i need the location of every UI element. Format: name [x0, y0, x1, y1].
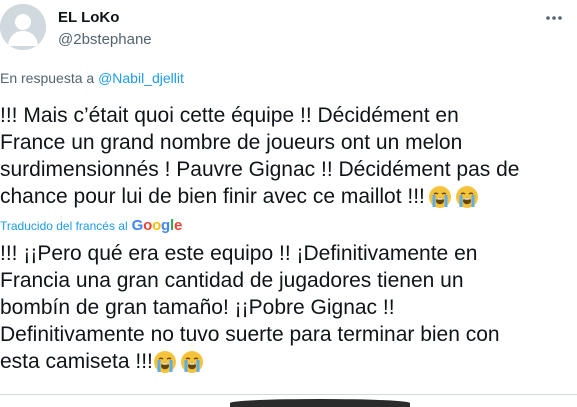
translated-text: !!! ¡¡Pero qué era este equipo !! ¡Defin… [0, 240, 572, 375]
translation-credit-text: Traducido del francés al [0, 218, 128, 233]
reply-prefix: En respuesta a [0, 70, 95, 86]
reply-context: En respuesta a @Nabil_djellit [0, 70, 184, 86]
loudly-crying-face-icon [428, 185, 452, 209]
translated-line: !!! ¡¡Pero qué era este equipo !! ¡Defin… [0, 242, 478, 265]
author-handle[interactable]: @2bstephane [58, 31, 152, 48]
reply-mention-link[interactable]: @Nabil_djellit [98, 70, 184, 86]
tweet-line-last: chance pour lui de bien finir avec ce ma… [0, 183, 572, 210]
translated-line-last: esta camiseta !!! [0, 348, 572, 375]
loudly-crying-face-icon [153, 350, 177, 374]
loudly-crying-face-icon [455, 185, 479, 209]
translated-line: Definitivamente no tuvo suerte para term… [0, 323, 500, 346]
tweet-line: France un grand nombre de joueurs ont un… [0, 131, 463, 154]
author-name[interactable]: EL LoKo [58, 9, 119, 26]
avatar[interactable] [0, 4, 46, 50]
google-logo: Google [131, 217, 183, 234]
more-options-button[interactable] [544, 8, 564, 28]
tweet-line-text: chance pour lui de bien finir avec ce ma… [0, 185, 425, 208]
translated-line: Francia una gran cantidad de jugadores t… [0, 269, 464, 292]
tweet-line: !!! Mais c’était quoi cette équipe !! Dé… [0, 104, 459, 127]
tweet-text: !!! Mais c’était quoi cette équipe !! Dé… [0, 102, 572, 210]
translation-credit[interactable]: Traducido del francés al Google [0, 217, 182, 234]
more-horizontal-icon [546, 16, 562, 20]
translated-line-text: esta camiseta !!! [0, 350, 153, 373]
tweet-line: surdimensionnés ! Pauvre Gignac !! Décid… [0, 158, 520, 181]
translated-line: bombín de gran tamaño! ¡¡Pobre Gignac !! [0, 296, 395, 319]
media-preview-image [230, 399, 410, 407]
loudly-crying-face-icon [180, 350, 204, 374]
